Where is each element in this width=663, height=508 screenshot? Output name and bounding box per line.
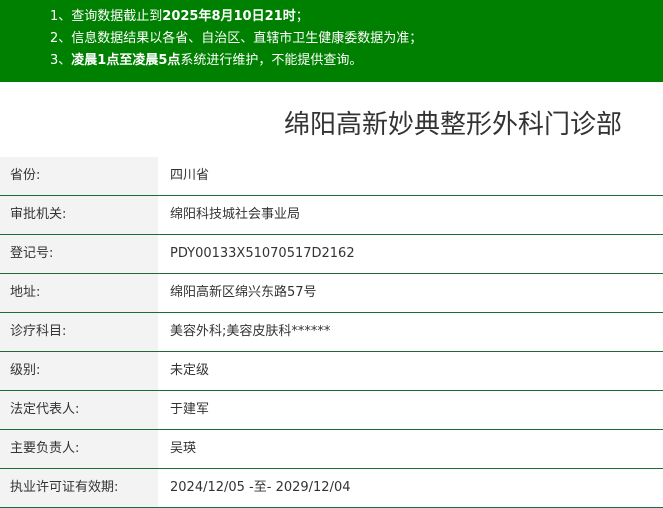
field-value: 四川省 <box>170 168 210 183</box>
field-value: 美容外科;美容皮肤科****** <box>170 324 331 339</box>
field-value: 吴瑛 <box>170 441 197 456</box>
notice-text: ； <box>295 9 309 24</box>
field-label: 省份: <box>0 157 158 195</box>
page-title: 绵阳高新妙典整形外科门诊部 <box>283 110 622 140</box>
institution-info-table: 省份: 四川省 审批机关: 绵阳科技城社会事业局 登记号: PDY00133X5… <box>0 157 663 508</box>
field-label: 诊疗科目: <box>0 313 158 351</box>
table-row: 审批机关: 绵阳科技城社会事业局 <box>0 196 663 235</box>
table-row: 地址: 绵阳高新区绵兴东路57号 <box>0 274 663 313</box>
field-value: 2024/12/05 -至- 2029/12/04 <box>170 480 351 495</box>
notice-text: 3、 <box>50 53 72 68</box>
notice-text: 系统进行维护，不能提供查询。 <box>180 53 363 68</box>
field-value: 于建军 <box>170 402 210 417</box>
notice-text: 1、查询数据截止到 <box>50 9 163 24</box>
field-label: 法定代表人: <box>0 391 158 429</box>
notice-line-1: 1、查询数据截止到2025年8月10日21时； <box>0 6 663 28</box>
field-label: 登记号: <box>0 235 158 273</box>
table-row: 法定代表人: 于建军 <box>0 391 663 430</box>
notice-emphasis: 2025年8月10日21时 <box>162 9 296 24</box>
table-row: 级别: 未定级 <box>0 352 663 391</box>
field-label: 地址: <box>0 274 158 312</box>
table-row: 省份: 四川省 <box>0 157 663 196</box>
field-label: 主要负责人: <box>0 430 158 468</box>
notice-line-3: 3、凌晨1点至凌晨5点系统进行维护，不能提供查询。 <box>0 50 663 72</box>
notice-banner: 1、查询数据截止到2025年8月10日21时； 2、信息数据结果以各省、自治区、… <box>0 0 663 82</box>
field-label: 级别: <box>0 352 158 390</box>
notice-text: 2、信息数据结果以各省、自治区、直辖市卫生健康委数据为准； <box>50 31 423 46</box>
field-label: 执业许可证有效期: <box>0 469 158 507</box>
field-label: 审批机关: <box>0 196 158 234</box>
table-row: 主要负责人: 吴瑛 <box>0 430 663 469</box>
table-row: 诊疗科目: 美容外科;美容皮肤科****** <box>0 313 663 352</box>
notice-line-2: 2、信息数据结果以各省、自治区、直辖市卫生健康委数据为准； <box>0 28 663 50</box>
field-value: 绵阳高新区绵兴东路57号 <box>170 285 317 300</box>
field-value: PDY00133X51070517D2162 <box>170 246 355 261</box>
field-value: 绵阳科技城社会事业局 <box>170 207 301 222</box>
table-row: 登记号: PDY00133X51070517D2162 <box>0 235 663 274</box>
notice-emphasis: 凌晨1点至凌晨5点 <box>71 53 181 68</box>
field-value: 未定级 <box>170 363 210 378</box>
table-row: 执业许可证有效期: 2024/12/05 -至- 2029/12/04 <box>0 469 663 508</box>
